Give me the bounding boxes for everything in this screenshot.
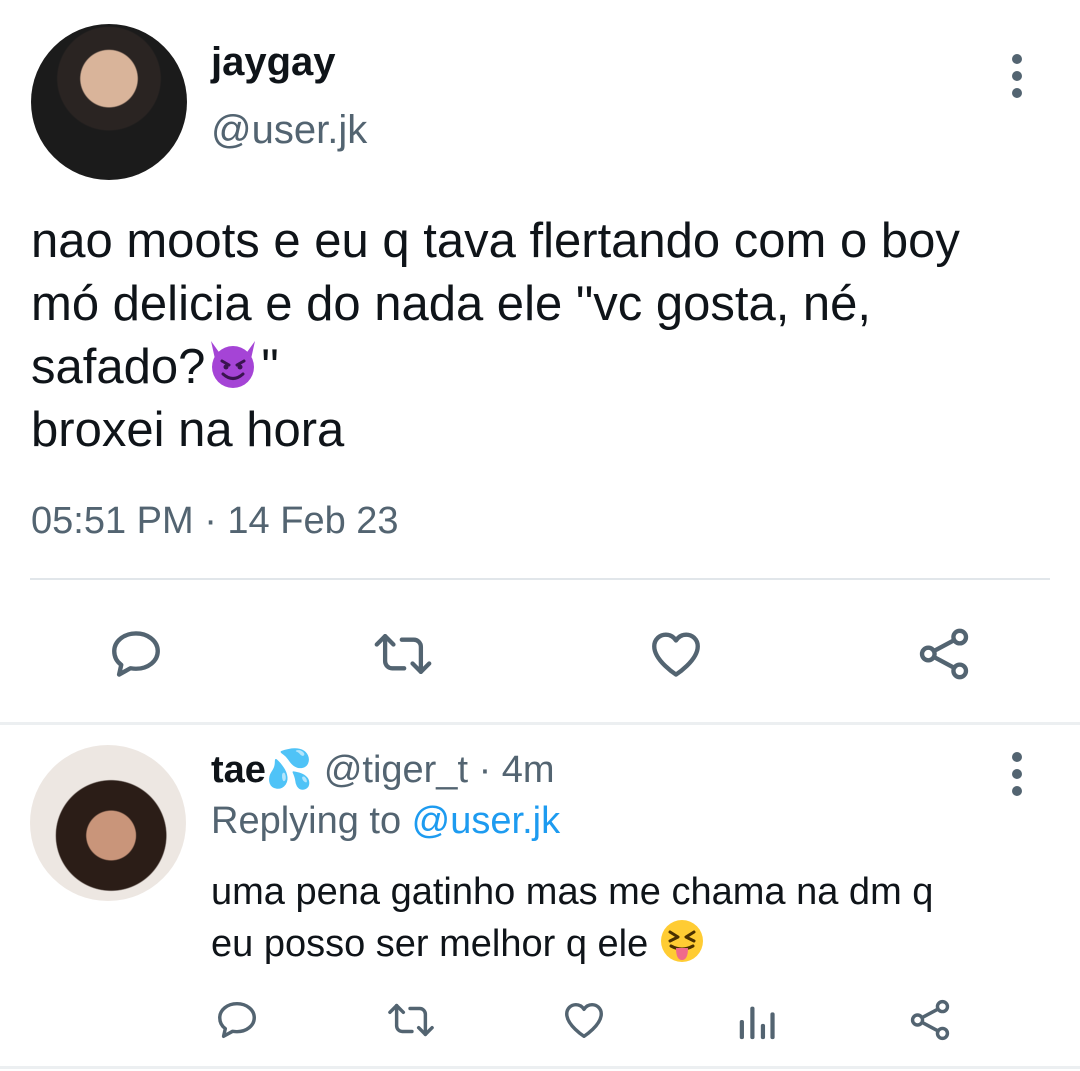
smiling-devil-emoji: [211, 341, 256, 388]
reply-button[interactable]: [100, 618, 172, 690]
like-button[interactable]: [640, 618, 712, 690]
squinting-tongue-emoji: [660, 920, 703, 962]
reply-dot-separator: ·: [468, 749, 502, 791]
share-button[interactable]: [908, 618, 980, 690]
reply-reply-button[interactable]: [209, 992, 265, 1048]
reply-author-display-name[interactable]: tae: [211, 749, 266, 791]
reply-retweet-button[interactable]: [383, 992, 439, 1048]
author-display-name[interactable]: jaygay: [211, 40, 336, 85]
reply-text: uma pena gatinho mas me chama na dm q eu…: [211, 866, 1061, 970]
reply-author-avatar[interactable]: [30, 745, 186, 901]
replying-to-handle-link[interactable]: @user.jk: [412, 800, 560, 842]
replying-to-line: Replying to @user.jk: [211, 800, 560, 843]
reply-analytics-button[interactable]: [729, 992, 785, 1048]
retweet-icon: [374, 633, 432, 675]
share-icon: [910, 999, 950, 1041]
analytics-icon: [739, 1006, 775, 1040]
heart-icon: [565, 1002, 603, 1039]
reply-time[interactable]: 4m: [502, 749, 555, 791]
reply-like-button[interactable]: [556, 992, 612, 1048]
reply-text-body: uma pena gatinho mas me chama na dm q eu…: [211, 871, 934, 965]
heart-icon: [652, 632, 700, 677]
tweet-timestamp[interactable]: 05:51 PM · 14 Feb 23: [31, 500, 399, 543]
sweat-droplets-emoji: 💦: [265, 749, 314, 791]
retweet-icon: [388, 1003, 434, 1037]
tweet-detail-screen: jaygay @user.jk nao moots e eu q tava fl…: [0, 0, 1080, 1071]
section-separator: [0, 722, 1080, 725]
divider: [30, 578, 1050, 580]
retweet-button[interactable]: [367, 618, 439, 690]
reply-icon: [112, 631, 160, 677]
replying-to-label: Replying to: [211, 800, 412, 842]
author-handle[interactable]: @user.jk: [211, 108, 367, 153]
reply-icon: [218, 1001, 256, 1039]
bottom-separator: [0, 1066, 1080, 1069]
reply-author-handle[interactable]: @tiger_t: [324, 749, 468, 791]
tweet-text: nao moots e eu q tava flertando com o bo…: [31, 210, 1061, 462]
more-vertical-icon[interactable]: [1007, 54, 1027, 98]
reply-header: tae💦 @tiger_t · 4m: [211, 748, 555, 792]
tweet-text-part-1: nao moots e eu q tava flertando com o bo…: [31, 214, 960, 394]
share-icon: [919, 628, 969, 680]
author-avatar[interactable]: [31, 24, 187, 180]
reply-more-vertical-icon[interactable]: [1007, 752, 1027, 796]
reply-share-button[interactable]: [902, 992, 958, 1048]
